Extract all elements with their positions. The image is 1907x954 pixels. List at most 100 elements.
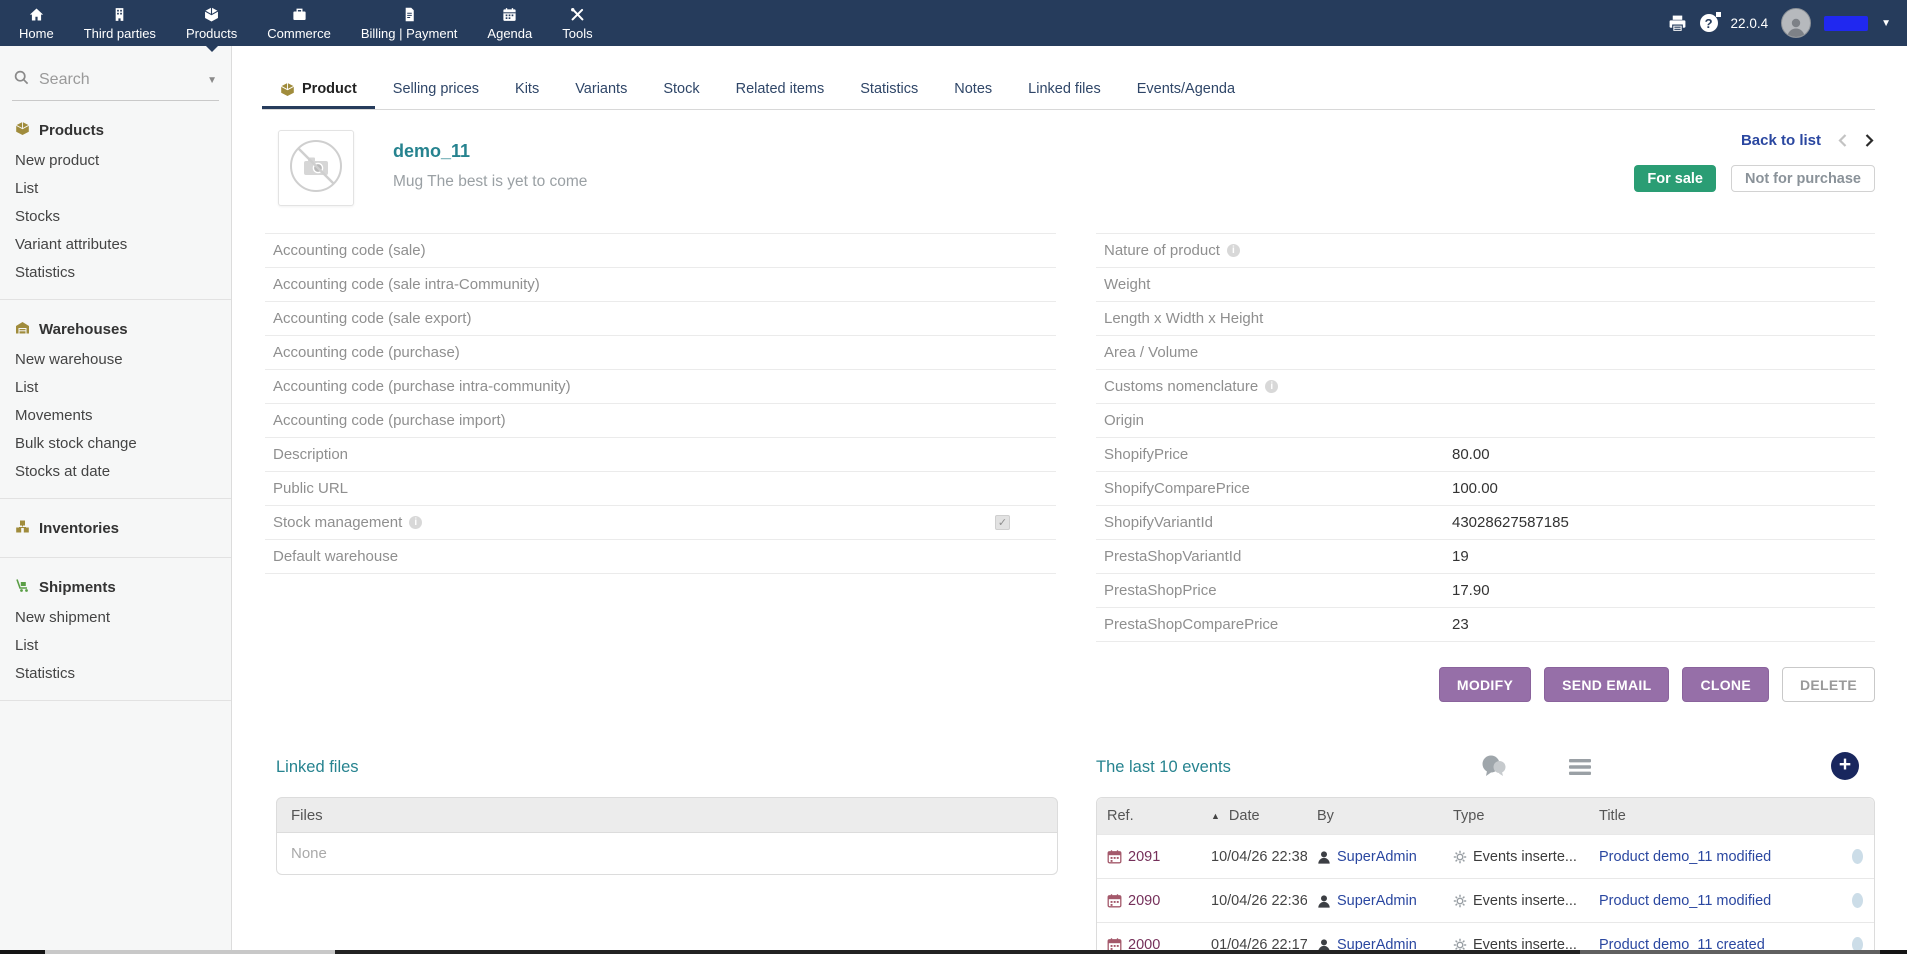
- field-label: Accounting code (purchase intra-communit…: [273, 378, 571, 395]
- files-column-header: Files: [276, 797, 1058, 833]
- send-email-button[interactable]: SEND EMAIL: [1544, 667, 1669, 702]
- tab-label: Notes: [954, 81, 992, 97]
- tab[interactable]: Statistics: [842, 72, 936, 109]
- prev-record-icon[interactable]: [1837, 133, 1848, 148]
- sidebar-item[interactable]: List: [0, 175, 231, 203]
- building-icon: [111, 6, 128, 23]
- sidebar-item[interactable]: Stocks: [0, 203, 231, 231]
- sidebar-item[interactable]: Movements: [0, 402, 231, 430]
- sidebar-item[interactable]: Stocks at date: [0, 458, 231, 486]
- col-date[interactable]: ▲Date: [1201, 808, 1307, 824]
- event-user-link[interactable]: SuperAdmin: [1337, 893, 1417, 909]
- search-input[interactable]: [39, 71, 197, 89]
- tab[interactable]: Linked files: [1010, 72, 1119, 109]
- product-name: demo_11: [393, 141, 470, 162]
- stock-management-checkbox[interactable]: ✓: [995, 515, 1010, 530]
- nav-item-third-parties[interactable]: Third parties: [69, 0, 171, 46]
- modify-button[interactable]: MODIFY: [1439, 667, 1531, 702]
- sidebar-item[interactable]: New product: [0, 147, 231, 175]
- divider: [0, 700, 231, 701]
- sidebar-section-warehouses: Warehouses New warehouseListMovementsBul…: [0, 300, 231, 499]
- tab[interactable]: Stock: [645, 72, 717, 109]
- field-value: 43028627587185: [1452, 514, 1569, 531]
- event-ref-link[interactable]: 2000: [1128, 937, 1160, 951]
- tab[interactable]: Related items: [718, 72, 843, 109]
- event-title-link[interactable]: Product demo_11 created: [1599, 937, 1765, 951]
- sidebar-section-products-head[interactable]: Products: [0, 115, 231, 147]
- chevron-down-icon[interactable]: ▼: [1881, 18, 1891, 29]
- nav-item-billing[interactable]: Billing | Payment: [346, 0, 473, 46]
- sidebar-item[interactable]: List: [0, 632, 231, 660]
- field-label: Area / Volume: [1104, 344, 1198, 361]
- sidebar-item[interactable]: Variant attributes: [0, 231, 231, 259]
- user-avatar[interactable]: [1781, 8, 1811, 38]
- event-user-link[interactable]: SuperAdmin: [1337, 849, 1417, 865]
- sort-asc-icon: ▲: [1211, 811, 1220, 821]
- col-ref[interactable]: Ref.: [1097, 808, 1201, 824]
- field-label: Stock management: [273, 514, 402, 531]
- field-row: Customs nomenclature i: [1096, 369, 1875, 403]
- event-title-link[interactable]: Product demo_11 modified: [1599, 849, 1771, 865]
- cube-icon: [15, 121, 30, 140]
- event-ref-link[interactable]: 2090: [1128, 893, 1160, 909]
- tab[interactable]: Product: [262, 72, 375, 109]
- col-title[interactable]: Title: [1589, 808, 1830, 824]
- field-row: Public URL: [265, 471, 1056, 505]
- main-content: Product Selling prices Kits Variants Sto…: [233, 46, 1907, 950]
- event-title-link[interactable]: Product demo_11 modified: [1599, 893, 1771, 909]
- nav-label: Tools: [562, 26, 592, 41]
- tab[interactable]: Events/Agenda: [1119, 72, 1253, 109]
- nav-item-tools[interactable]: Tools: [547, 0, 607, 46]
- section-title: Products: [39, 122, 104, 139]
- next-record-icon[interactable]: [1864, 133, 1875, 148]
- event-ref-link[interactable]: 2091: [1128, 849, 1160, 865]
- field-row: Weight: [1096, 267, 1875, 301]
- action-buttons: MODIFY SEND EMAIL CLONE DELETE: [1439, 667, 1875, 702]
- nav-item-commerce[interactable]: Commerce: [252, 0, 346, 46]
- nav-item-home[interactable]: Home: [4, 0, 69, 46]
- event-user-link[interactable]: SuperAdmin: [1337, 937, 1417, 951]
- sidebar-item[interactable]: Statistics: [0, 660, 231, 688]
- sidebar-section-inventories-head[interactable]: Inventories: [0, 513, 231, 545]
- version-label: 22.0.4: [1731, 16, 1769, 31]
- username-redacted[interactable]: [1824, 16, 1868, 31]
- nav-label: Products: [186, 26, 237, 41]
- event-date: 10/04/26 22:38: [1211, 849, 1307, 865]
- print-icon[interactable]: [1668, 14, 1687, 33]
- messages-icon[interactable]: [1478, 752, 1508, 782]
- nav-item-agenda[interactable]: Agenda: [472, 0, 547, 46]
- back-to-list-link[interactable]: Back to list: [1741, 132, 1821, 149]
- field-row: Accounting code (purchase): [265, 335, 1056, 369]
- sidebar-section-warehouses-head[interactable]: Warehouses: [0, 314, 231, 346]
- sidebar-item[interactable]: Statistics: [0, 259, 231, 287]
- sidebar-item[interactable]: List: [0, 374, 231, 402]
- gear-icon: [1453, 894, 1467, 908]
- tab[interactable]: Notes: [936, 72, 1010, 109]
- field-row: Accounting code (purchase import): [265, 403, 1056, 437]
- nav-item-products[interactable]: Products: [171, 0, 252, 46]
- col-type[interactable]: Type: [1443, 808, 1589, 824]
- add-event-button[interactable]: +: [1831, 752, 1859, 780]
- delete-button[interactable]: DELETE: [1782, 667, 1875, 702]
- help-icon[interactable]: ?: [1700, 14, 1718, 32]
- tab[interactable]: Kits: [497, 72, 557, 109]
- tab[interactable]: Selling prices: [375, 72, 497, 109]
- list-view-icon[interactable]: [1565, 752, 1595, 782]
- sidebar-item[interactable]: New warehouse: [0, 346, 231, 374]
- field-label: PrestaShopComparePrice: [1104, 616, 1278, 633]
- briefcase-icon: [291, 6, 308, 23]
- event-status-dot: [1852, 937, 1863, 950]
- field-value: 19: [1452, 548, 1469, 565]
- sidebar-item[interactable]: Bulk stock change: [0, 430, 231, 458]
- field-row: Description: [265, 437, 1056, 471]
- field-row: Area / Volume: [1096, 335, 1875, 369]
- field-label: ShopifyPrice: [1104, 446, 1188, 463]
- tab[interactable]: Variants: [557, 72, 645, 109]
- search-caret-icon[interactable]: ▼: [207, 75, 217, 86]
- cube-icon: [203, 6, 220, 23]
- sidebar-section-shipments-head[interactable]: Shipments: [0, 572, 231, 604]
- col-by[interactable]: By: [1307, 808, 1443, 824]
- field-row: Accounting code (sale): [265, 233, 1056, 267]
- clone-button[interactable]: CLONE: [1682, 667, 1769, 702]
- sidebar-item[interactable]: New shipment: [0, 604, 231, 632]
